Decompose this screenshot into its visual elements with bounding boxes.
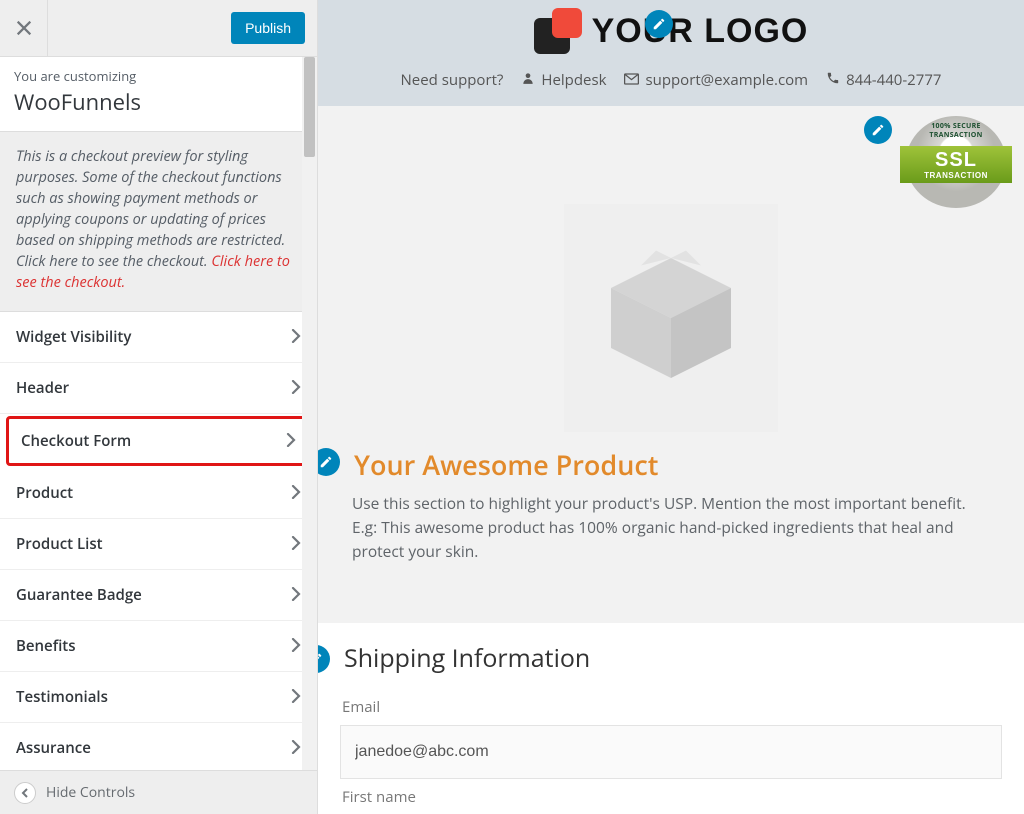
panel-label: Benefits xyxy=(16,636,76,656)
email-field[interactable] xyxy=(340,725,1002,779)
chevron-right-icon xyxy=(291,533,301,555)
panel-label: Assurance xyxy=(16,738,91,758)
support-email[interactable]: support@example.com xyxy=(624,70,808,90)
box-icon xyxy=(596,248,746,388)
hide-controls-button[interactable]: Hide Controls xyxy=(0,770,317,814)
product-body: Your Awesome Product Use this section to… xyxy=(318,446,1024,623)
preview-pane: YOUR LOGO Need support? Helpdesk support… xyxy=(318,0,1024,814)
panel-label: Product xyxy=(16,483,73,503)
ssl-sub-text: TRANSACTION xyxy=(900,171,1012,180)
panel-header[interactable]: Header xyxy=(0,363,317,414)
chevron-right-icon xyxy=(291,584,301,606)
panel-list: Widget Visibility Header Checkout Form P… xyxy=(0,312,317,770)
product-description: Use this section to highlight your produ… xyxy=(342,489,1000,583)
publish-button[interactable]: Publish xyxy=(231,12,305,44)
panel-widget-visibility[interactable]: Widget Visibility xyxy=(0,312,317,363)
panel-guarantee-badge[interactable]: Guarantee Badge xyxy=(0,570,317,621)
chevron-right-icon xyxy=(291,737,301,759)
email-label: Email xyxy=(342,697,1000,717)
panel-benefits[interactable]: Benefits xyxy=(0,621,317,672)
panel-label: Product List xyxy=(16,534,103,554)
product-title: Your Awesome Product xyxy=(342,446,1000,489)
customizing-label: You are customizing xyxy=(14,67,303,85)
sidebar-top-bar: Publish xyxy=(0,0,317,57)
notice-text: This is a checkout preview for styling p… xyxy=(16,146,301,293)
panel-label: Checkout Form xyxy=(21,431,131,451)
customizing-title: WooFunnels xyxy=(14,87,303,117)
phone-label: 844-440-2777 xyxy=(846,70,941,90)
panel-label: Widget Visibility xyxy=(16,327,131,347)
preview-header: YOUR LOGO Need support? Helpdesk support… xyxy=(318,0,1024,106)
chevron-right-icon xyxy=(291,482,301,504)
chevron-right-icon xyxy=(286,430,296,452)
badge-area: 100% SECURE TRANSACTION SSL TRANSACTION xyxy=(318,106,1024,208)
panel-product-list[interactable]: Product List xyxy=(0,519,317,570)
section-heading: Shipping Information xyxy=(340,623,1002,689)
customizing-header: You are customizing WooFunnels xyxy=(0,57,317,132)
chevron-right-icon xyxy=(291,377,301,399)
panel-label: Testimonials xyxy=(16,687,108,707)
mail-icon xyxy=(624,71,639,90)
logo-row: YOUR LOGO xyxy=(318,0,1024,60)
ssl-arc-text: 100% SECURE TRANSACTION xyxy=(906,122,1006,140)
hide-controls-label: Hide Controls xyxy=(46,783,135,802)
chevron-right-icon xyxy=(291,326,301,348)
edit-logo-button[interactable] xyxy=(645,10,673,38)
shipping-section: Shipping Information Email First name La… xyxy=(318,623,1024,814)
sidebar-scrollbar[interactable] xyxy=(302,57,317,770)
ssl-main-text: SSL xyxy=(900,150,1012,170)
panel-assurance[interactable]: Assurance xyxy=(0,723,317,770)
edit-product-button[interactable] xyxy=(318,448,340,476)
phone-icon xyxy=(826,71,840,90)
edit-ssl-button[interactable] xyxy=(864,116,892,144)
edit-section-button[interactable] xyxy=(318,645,330,673)
product-image-placeholder xyxy=(564,204,778,432)
panel-product[interactable]: Product xyxy=(0,468,317,519)
support-phone[interactable]: 844-440-2777 xyxy=(826,70,941,90)
panel-label: Header xyxy=(16,378,69,398)
helpdesk-link[interactable]: Helpdesk xyxy=(521,70,606,90)
chevron-left-icon xyxy=(14,782,36,804)
panel-checkout-form[interactable]: Checkout Form xyxy=(6,416,311,466)
first-name-label: First name xyxy=(342,787,1000,807)
logo-icon xyxy=(534,8,582,54)
logo-text: YOUR LOGO xyxy=(592,12,809,51)
chevron-right-icon xyxy=(291,635,301,657)
ssl-badge-icon: 100% SECURE TRANSACTION SSL TRANSACTION xyxy=(906,116,1006,208)
email-label: support@example.com xyxy=(645,70,808,90)
support-row: Need support? Helpdesk support@example.c… xyxy=(318,60,1024,106)
user-icon xyxy=(521,71,535,90)
notice-box: This is a checkout preview for styling p… xyxy=(0,132,317,312)
helpdesk-label: Helpdesk xyxy=(541,70,606,90)
close-button[interactable] xyxy=(0,0,48,57)
customizer-sidebar: Publish You are customizing WooFunnels T… xyxy=(0,0,318,814)
chevron-right-icon xyxy=(291,686,301,708)
panel-label: Guarantee Badge xyxy=(16,585,142,605)
support-question: Need support? xyxy=(401,70,504,90)
panel-testimonials[interactable]: Testimonials xyxy=(0,672,317,723)
scrollbar-thumb[interactable] xyxy=(304,57,315,157)
